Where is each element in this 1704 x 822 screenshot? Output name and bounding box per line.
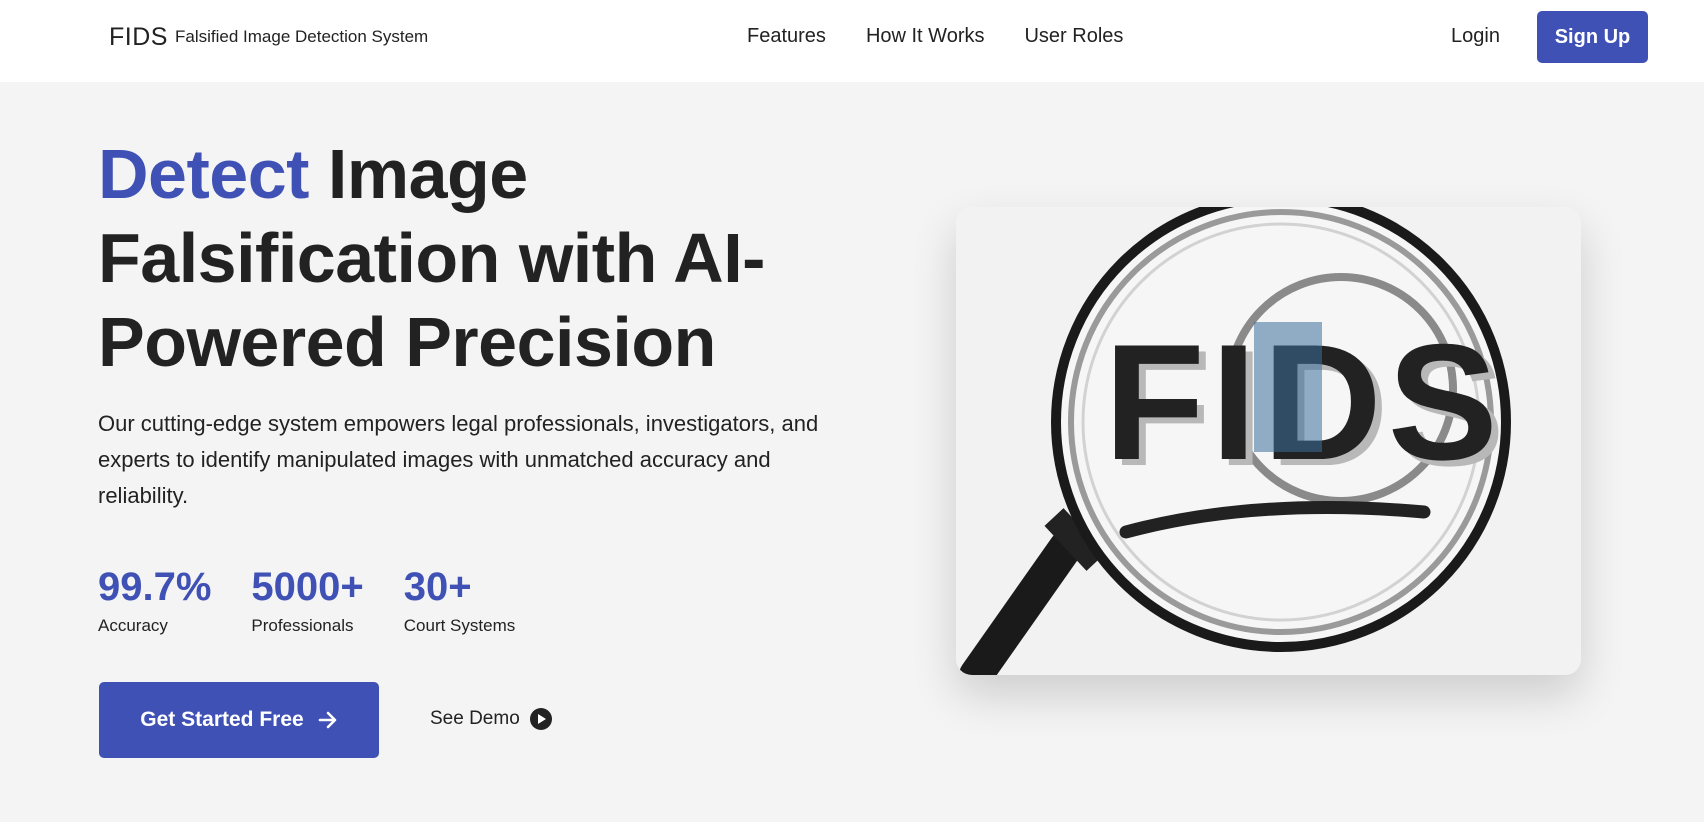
tagline: Falsified Image Detection System bbox=[175, 27, 429, 46]
magnifier-illustration: FIDS FIDS bbox=[956, 207, 1581, 675]
stat-professionals: 5000+ Professionals bbox=[251, 564, 363, 636]
stat-value: 5000+ bbox=[251, 565, 364, 609]
arrow-right-icon bbox=[318, 711, 336, 729]
get-started-button[interactable]: Get Started Free bbox=[99, 682, 379, 758]
stat-accuracy: 99.7% Accuracy bbox=[98, 564, 211, 636]
hero-image: FIDS FIDS bbox=[956, 207, 1581, 675]
login-link[interactable]: Login bbox=[1451, 25, 1500, 48]
nav-link-how-it-works[interactable]: How It Works bbox=[866, 25, 985, 48]
see-demo-label: See Demo bbox=[430, 708, 520, 729]
signup-button[interactable]: Sign Up bbox=[1537, 11, 1648, 63]
stat-label: Professionals bbox=[251, 616, 354, 635]
stat-court-systems: 30+ Court Systems bbox=[404, 564, 515, 636]
stats-row: 99.7% Accuracy 5000+ Professionals 30+ C… bbox=[98, 564, 515, 636]
stat-label: Accuracy bbox=[98, 616, 168, 635]
headline-accent: Detect bbox=[98, 135, 309, 213]
nav-links: Features How It Works User Roles bbox=[747, 25, 1123, 48]
hero-section: Detect Image Falsification with AI-Power… bbox=[0, 82, 1704, 822]
nav-link-features[interactable]: Features bbox=[747, 25, 826, 48]
play-circle-icon bbox=[529, 708, 552, 730]
see-demo-link[interactable]: See Demo bbox=[430, 708, 552, 730]
nav-link-user-roles[interactable]: User Roles bbox=[1024, 25, 1123, 48]
hero-headline: Detect Image Falsification with AI-Power… bbox=[98, 132, 798, 384]
stat-label: Court Systems bbox=[403, 616, 516, 635]
top-navbar: FIDS Falsified Image Detection System Fe… bbox=[0, 0, 1704, 82]
logo[interactable]: FIDS bbox=[109, 23, 168, 52]
get-started-label: Get Started Free bbox=[140, 708, 304, 731]
stat-value: 30+ bbox=[403, 565, 472, 609]
stat-value: 99.7% bbox=[98, 565, 212, 609]
hero-description: Our cutting-edge system empowers legal p… bbox=[98, 411, 819, 508]
